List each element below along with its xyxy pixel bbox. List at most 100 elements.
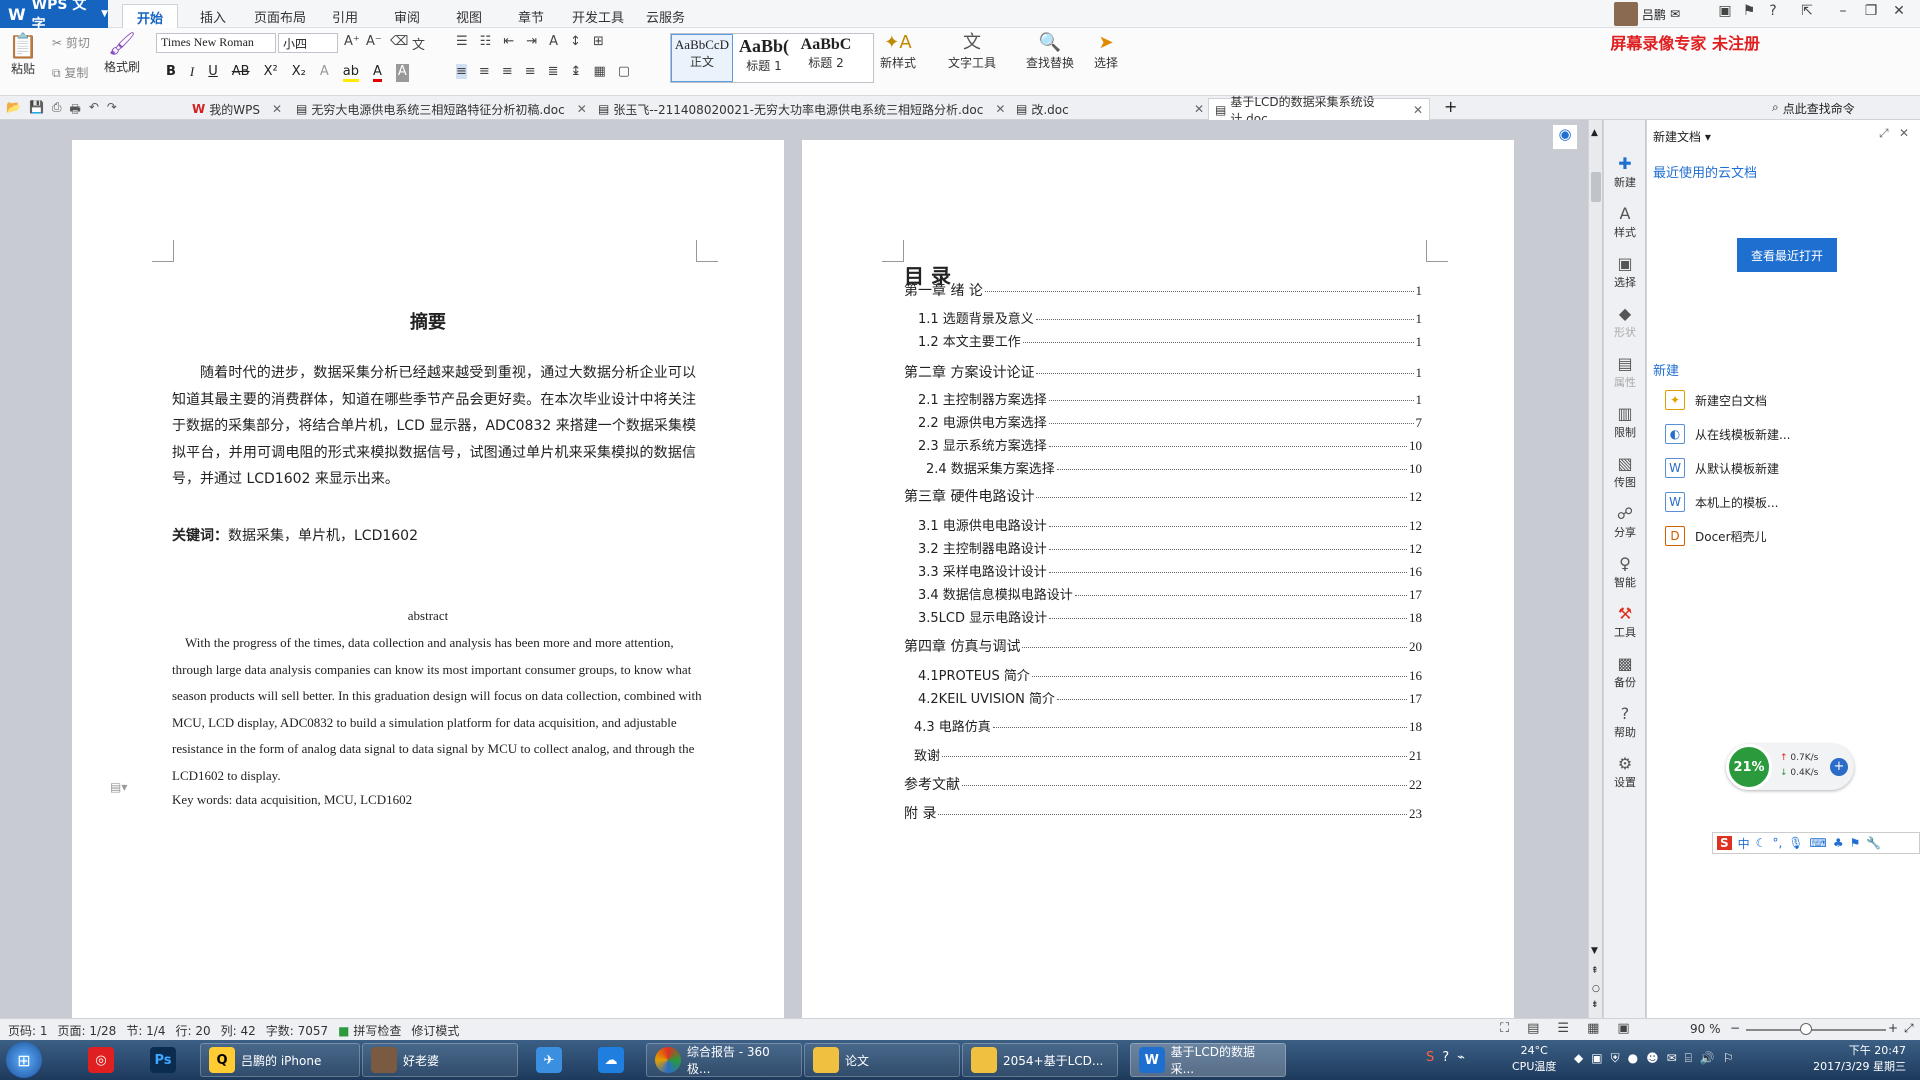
volume-icon[interactable]: 🔊 [1700, 1051, 1715, 1066]
toc-entry[interactable]: 2.1 主控制器方案选择 1 [918, 389, 1422, 408]
toc-entry[interactable]: 2.2 电源供电方案选择 7 [918, 412, 1422, 431]
side-tool-7[interactable]: ☍ 分享 [1604, 506, 1646, 540]
char-shading-icon[interactable]: A [395, 64, 409, 82]
toc-entry[interactable]: 4.1PROTEUS 简介 16 [918, 665, 1422, 684]
page-toc[interactable]: 目 录 第一章 绪 论 1 1.1 选题背景及意义 1 1.2 本文主要工作 1 第二章 方… [802, 140, 1514, 1018]
chinese-layout-icon[interactable]: A [549, 34, 558, 49]
underline-icon[interactable]: U [208, 64, 218, 82]
close-icon[interactable]: ✕ [1194, 102, 1204, 116]
align-left-icon[interactable]: ≡ [456, 64, 467, 79]
phonetic-icon[interactable]: 文 [412, 34, 425, 53]
status-row[interactable]: 行: 20 [175, 1022, 210, 1039]
tab-references[interactable]: 引用 [318, 4, 372, 28]
side-tool-0[interactable]: ✚ 新建 [1604, 156, 1646, 190]
scroll-down-icon[interactable]: ▼ [1591, 946, 1598, 956]
toc-entry[interactable]: 附 录 23 [904, 803, 1422, 823]
increase-indent-icon[interactable]: ⇥ [526, 34, 537, 49]
wps-app-button[interactable]: W WPS 文字 ▼ [0, 0, 108, 33]
justify-icon[interactable]: ≡ [525, 64, 536, 79]
side-tool-4[interactable]: ▤ 属性 [1604, 356, 1646, 390]
tab-page-layout[interactable]: 页面布局 [240, 4, 320, 28]
tab-view[interactable]: 视图 [442, 4, 496, 28]
doc-tab-2[interactable]: ▤ 张玉飞--211408020021-无穷大功率电源供电系统三相短路分析.do… [592, 98, 1011, 120]
flag-icon[interactable]: ⚐ [1723, 1051, 1734, 1066]
keyboard-icon[interactable]: ⌨ [1810, 836, 1827, 850]
font-color-icon[interactable]: A [372, 64, 382, 82]
side-tool-11[interactable]: ? 帮助 [1604, 706, 1646, 740]
photoshop-icon[interactable]: Ps [150, 1047, 176, 1073]
status-col[interactable]: 列: 42 [221, 1022, 256, 1039]
taskbar-chat[interactable]: 好老婆 [362, 1043, 518, 1077]
restore-ribbon-icon[interactable]: ⇱ [1794, 3, 1820, 19]
side-tool-6[interactable]: ▧ 传图 [1604, 456, 1646, 490]
zoom-slider[interactable] [1746, 1029, 1886, 1031]
find-command[interactable]: ⌕ 点此查找命令 [1772, 100, 1855, 117]
document-area[interactable]: 摘要 随着时代的进步，数据采集分析已经越来越受到重视，通过大数据分析企业可以知道… [0, 120, 1580, 1018]
minimize-button[interactable]: – [1830, 3, 1856, 19]
export-pdf-icon[interactable]: ⎙ [52, 100, 62, 121]
font-name-select[interactable]: Times New Roman [156, 33, 276, 53]
tools-icon[interactable]: 🔧 [1866, 836, 1881, 850]
style-heading2[interactable]: AaBbC 标题 2 [795, 34, 857, 82]
toc-entry[interactable]: 1.1 选题背景及意义 1 [918, 308, 1422, 327]
fullscreen-icon[interactable]: ⛶ [1500, 1021, 1509, 1036]
new-tab-icon[interactable]: + [1444, 97, 1457, 116]
side-tool-12[interactable]: ⚙ 设置 [1604, 756, 1646, 790]
voice-icon[interactable]: 🎙 [1788, 836, 1803, 850]
text-effect-icon[interactable]: A [320, 64, 329, 82]
text-tools-button[interactable]: 文 文字工具 [948, 34, 996, 71]
shield-icon[interactable]: ⛨ [1611, 1051, 1620, 1066]
protect-icon[interactable]: ▣ [1617, 1021, 1629, 1036]
start-button[interactable]: ⊞ [6, 1042, 42, 1078]
task-pane-header[interactable]: 新建文档 ▾ [1653, 128, 1711, 145]
doc-tab-active[interactable]: ▤ 基于LCD的数据采集系统设计.doc ✕ [1208, 95, 1430, 126]
side-tool-10[interactable]: ▩ 备份 [1604, 656, 1646, 690]
taskbar-360[interactable]: 综合报告 - 360极... [646, 1043, 802, 1077]
network-tray-icon[interactable]: ⌁ [1457, 1050, 1465, 1065]
toc-entry[interactable]: 3.5LCD 显示电路设计 18 [918, 607, 1422, 626]
side-tool-1[interactable]: A 样式 [1604, 206, 1646, 240]
tray-green-icon[interactable]: ● [1628, 1051, 1638, 1066]
taskbar-qq-iphone[interactable]: Q 吕鹏的 iPhone [200, 1043, 360, 1077]
new-from-online-template[interactable]: ◐ 从在线模板新建... [1665, 424, 1790, 444]
toc-entry[interactable]: 3.2 主控制器电路设计 12 [918, 538, 1422, 557]
chinese-mode-icon[interactable]: 中 [1738, 835, 1750, 852]
zoom-level[interactable]: 90 % [1690, 1022, 1721, 1036]
highlight-icon[interactable]: ab [342, 64, 359, 82]
toc-entry[interactable]: 第三章 硬件电路设计 12 [904, 486, 1422, 506]
scroll-thumb[interactable] [1591, 172, 1601, 202]
style-heading1[interactable]: AaBb( 标题 1 [733, 34, 795, 82]
taskbar-folder-lcd[interactable]: 2054+基于LCD... [962, 1043, 1118, 1077]
help-icon[interactable]: ? [1760, 3, 1786, 19]
cut-button[interactable]: ✂ 剪切 [52, 34, 90, 51]
vertical-scrollbar[interactable]: ▲ ▼ ⇞ ○ ⇟ [1588, 120, 1602, 1018]
toc-entry[interactable]: 3.4 数据信息模拟电路设计 17 [918, 584, 1422, 603]
tray-box-icon[interactable]: ▣ [1591, 1051, 1602, 1066]
tab-insert[interactable]: 插入 [186, 4, 240, 28]
close-icon[interactable]: ✕ [1413, 103, 1423, 117]
outline-view-icon[interactable]: ☰ [1557, 1021, 1569, 1036]
distribute-icon[interactable]: ≣ [548, 64, 559, 79]
status-page-num[interactable]: 页码: 1 [8, 1022, 48, 1039]
subscript-icon[interactable]: X₂ [292, 64, 306, 82]
toc-entry[interactable]: 2.4 数据采集方案选择 10 [926, 458, 1422, 477]
new-from-default-template[interactable]: W 从默认模板新建 [1665, 458, 1779, 478]
close-icon[interactable]: ✕ [1899, 126, 1909, 140]
toc-entry[interactable]: 第二章 方案设计论证 1 [904, 362, 1422, 382]
skin-icon[interactable]: ▣ [1712, 3, 1738, 19]
format-painter-button[interactable]: 🖌 格式刷 [104, 34, 140, 75]
toc-entry[interactable]: 1.2 本文主要工作 1 [918, 331, 1422, 350]
shirt-icon[interactable]: ⚑ [1850, 836, 1861, 850]
moon-icon[interactable]: ☾ [1756, 836, 1767, 850]
accelerate-icon[interactable]: + [1830, 758, 1848, 776]
punctuation-icon[interactable]: °, [1772, 836, 1782, 850]
view-recent-button[interactable]: 查看最近打开 [1737, 238, 1837, 272]
style-normal[interactable]: AaBbCcD 正文 [671, 34, 733, 82]
toc-entry[interactable]: 4.2KEIL UVISION 简介 17 [918, 688, 1422, 707]
page-view-icon[interactable]: ▤ [1527, 1021, 1539, 1036]
redo-icon[interactable]: ↷ [107, 100, 117, 121]
side-tool-3[interactable]: ◆ 形状 [1604, 306, 1646, 340]
numbering-icon[interactable]: ☷ [480, 34, 492, 49]
print-icon[interactable]: 🖶 [70, 100, 81, 121]
clock[interactable]: 下午 20:47 2017/3/29 星期三 [1798, 1043, 1906, 1075]
